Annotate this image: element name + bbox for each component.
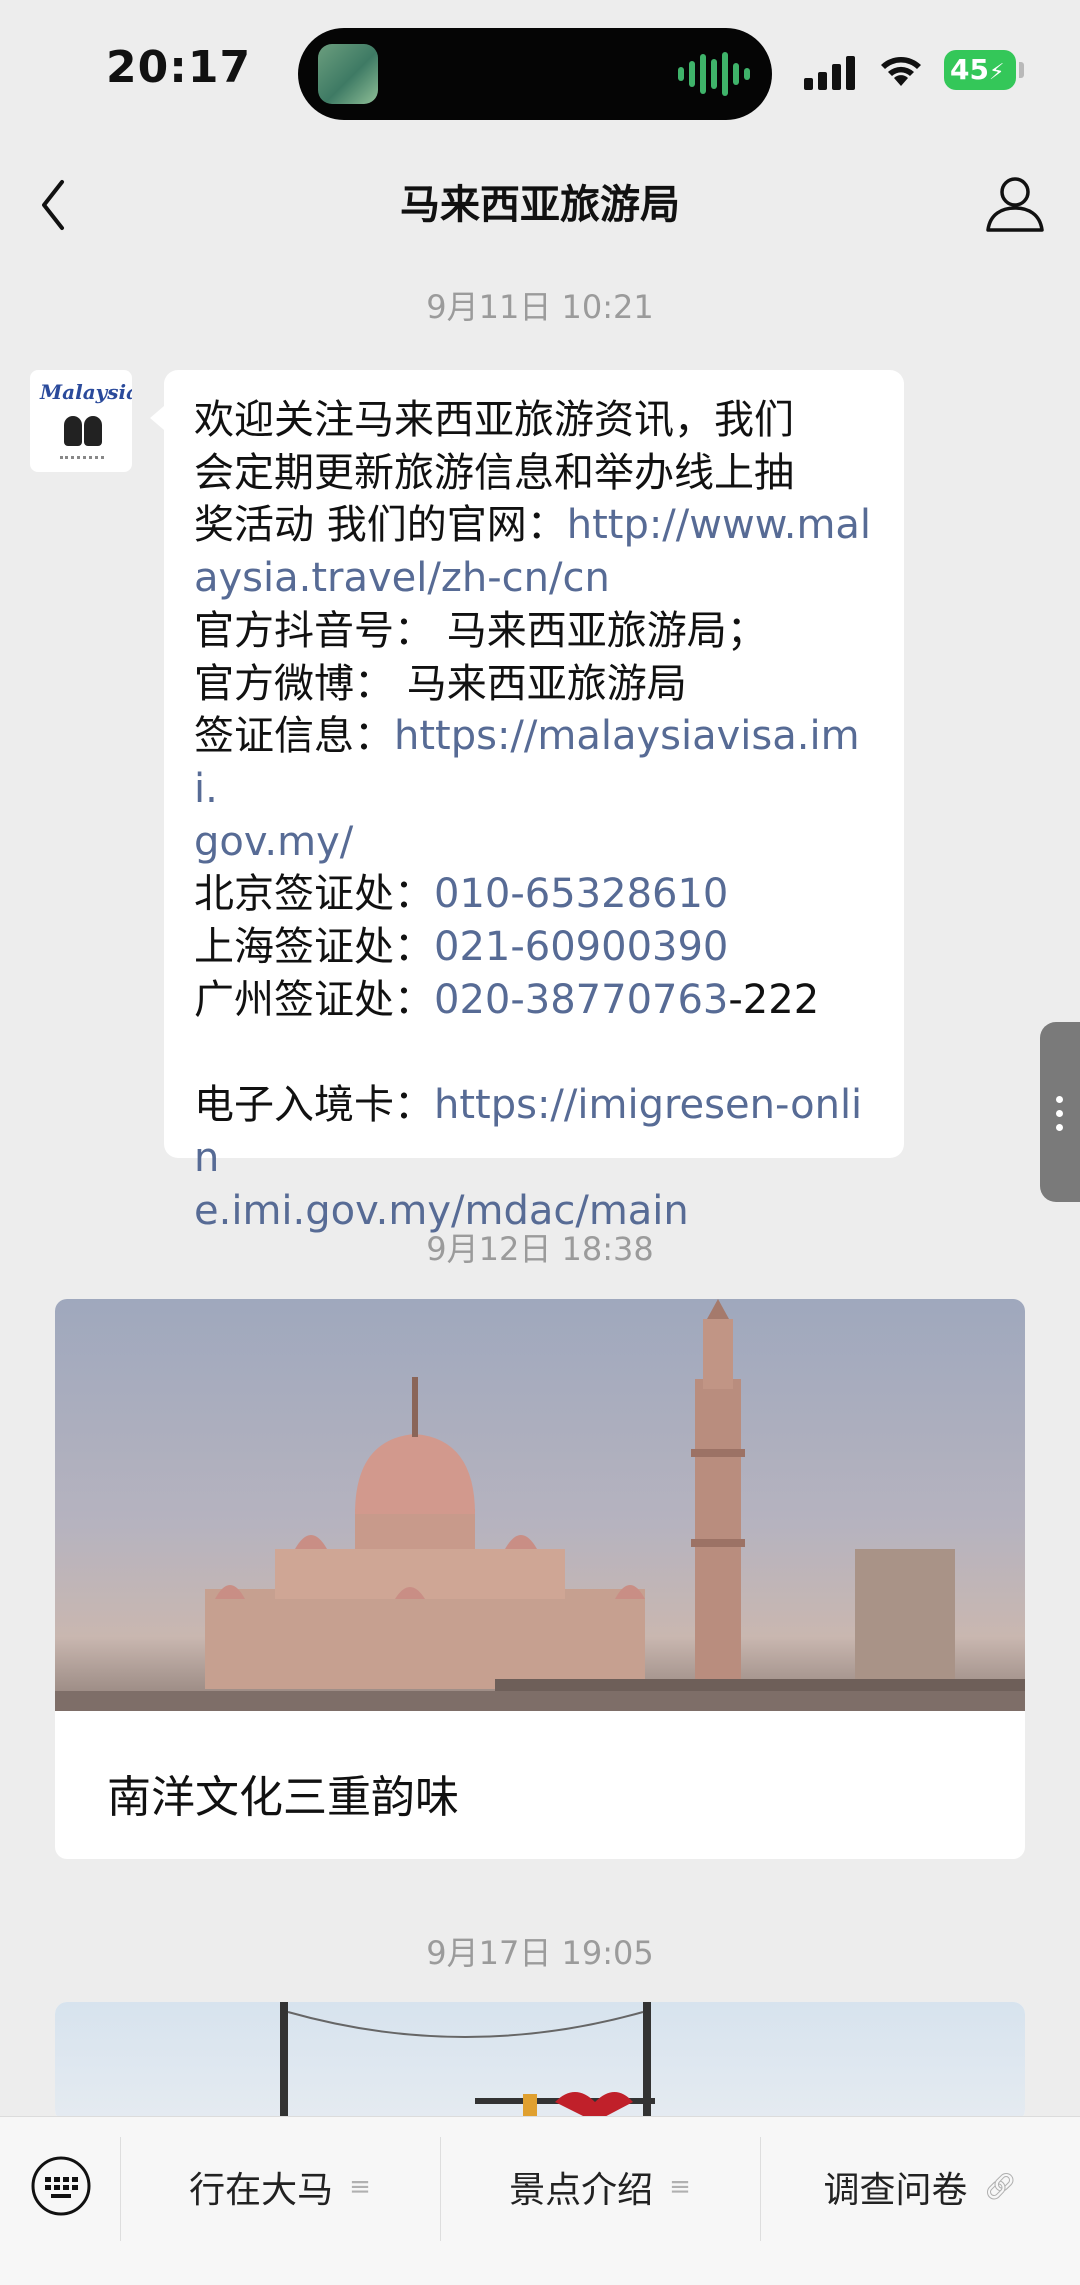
battery-icon: 45⚡ (944, 50, 1016, 90)
wifi-icon (881, 57, 921, 86)
nav-bar: 马来西亚旅游局 (0, 150, 1080, 260)
message-link[interactable]: 021-60900390 (434, 924, 728, 970)
menu-item-attractions[interactable]: 景点介绍 ≡ (440, 2157, 760, 2217)
audio-wave-icon (678, 50, 750, 98)
message-line: gov.my/ (194, 816, 874, 869)
message-link[interactable]: http://www.mal (567, 502, 871, 548)
message-line: 欢迎关注马来西亚旅游资讯，我们 (194, 394, 874, 447)
status-time: 20:17 (106, 42, 252, 93)
message-line: 奖活动 我们的官网：http://www.mal (194, 499, 874, 552)
message-line: 北京签证处：010-65328610 (194, 868, 874, 921)
message-bubble[interactable]: 欢迎关注马来西亚旅游资讯，我们 会定期更新旅游信息和举办线上抽 奖活动 我们的官网：… (150, 370, 904, 1234)
message-line: 电子入境卡：https://imigresen-onlin (194, 1079, 874, 1184)
message-text-segment: 欢迎关注马来西亚旅游资讯，我们 (194, 397, 794, 443)
article-title: 南洋文化三重韵味 (107, 1772, 459, 1823)
message-link[interactable]: gov.my/ (194, 819, 353, 865)
message-line: 会定期更新旅游信息和举办线上抽 (194, 447, 874, 500)
keyboard-icon[interactable] (30, 2155, 92, 2217)
timestamp: 9月12日 18:38 (426, 1230, 654, 1268)
message-text-segment: 官方抖音号： 马来西亚旅游局； (194, 607, 767, 654)
avatar-logo-text: Malaysia (40, 380, 132, 404)
message-line: 官方微博： 马来西亚旅游局 (194, 658, 874, 711)
link-icon: 🔗︎ (983, 2172, 1017, 2202)
message-text-segment: 上海签证处： (194, 924, 434, 971)
sign-illustration (280, 2002, 655, 2122)
article-cover-image (55, 2002, 1025, 2122)
message-text-segment: 奖活动 我们的官网： (194, 502, 567, 549)
message-text: 欢迎关注马来西亚旅游资讯，我们 会定期更新旅游信息和举办线上抽 奖活动 我们的官网：… (194, 394, 874, 1237)
message-text-segment: 官方微博： 马来西亚旅游局 (194, 660, 687, 707)
message-line: 广州签证处：020-38770763-222 (194, 974, 874, 1027)
menu-item-label: 调查问卷 (823, 2170, 968, 2211)
app-icon (318, 44, 378, 104)
article-card[interactable] (55, 2002, 1025, 2122)
message-line: 官方抖音号： 马来西亚旅游局； (194, 605, 874, 658)
message-text-segment: 北京签证处： (194, 871, 434, 918)
mosque-illustration (55, 1299, 1025, 1711)
bottom-menu: 行在大马 ≡ 景点介绍 ≡ 调查问卷 🔗︎ (0, 2116, 1080, 2285)
message-text-segment: 签证信息： (194, 713, 394, 760)
list-icon: ≡ (669, 2172, 691, 2202)
article-cover-image (55, 1299, 1025, 1711)
message-line (194, 1026, 874, 1079)
cellular-signal-icon (804, 54, 855, 90)
profile-icon[interactable] (980, 168, 1050, 238)
battery-level: 45 (950, 53, 989, 86)
message-link[interactable]: aysia.travel/zh-cn/cn (194, 555, 610, 601)
menu-item-survey[interactable]: 调查问卷 🔗︎ (760, 2157, 1080, 2217)
battery-tip (1019, 62, 1024, 78)
avatar-figure (64, 416, 82, 446)
message-text-segment: 会定期更新旅游信息和举办线上抽 (194, 449, 794, 496)
timestamp: 9月11日 10:21 (426, 288, 654, 326)
message-line: 签证信息：https://malaysiavisa.imi. (194, 710, 874, 815)
status-bar: 20:17 45⚡ (0, 0, 1080, 150)
article-card[interactable]: 南洋文化三重韵味 (55, 1299, 1025, 1859)
avatar-dots (60, 456, 104, 463)
page-title: 马来西亚旅游局 (400, 182, 680, 228)
message-line: 上海签证处：021-60900390 (194, 921, 874, 974)
message-text-segment: -222 (728, 976, 820, 1023)
menu-item-label: 景点介绍 (509, 2170, 654, 2211)
message-line: aysia.travel/zh-cn/cn (194, 552, 874, 605)
message-link[interactable]: 020-38770763 (434, 977, 728, 1023)
message-link[interactable]: 010-65328610 (434, 871, 728, 917)
timestamp: 9月17日 19:05 (426, 1934, 654, 1972)
list-icon: ≡ (349, 2172, 371, 2202)
dynamic-island[interactable] (298, 28, 772, 120)
avatar[interactable]: Malaysia (30, 370, 132, 472)
floating-handle[interactable] (1040, 1022, 1080, 1202)
message-text-segment: 电子入境卡： (194, 1082, 434, 1129)
message-text-segment: 广州签证处： (194, 976, 434, 1023)
menu-item-travel[interactable]: 行在大马 ≡ (120, 2157, 440, 2217)
avatar-figure (84, 416, 102, 446)
menu-item-label: 行在大马 (189, 2170, 334, 2211)
